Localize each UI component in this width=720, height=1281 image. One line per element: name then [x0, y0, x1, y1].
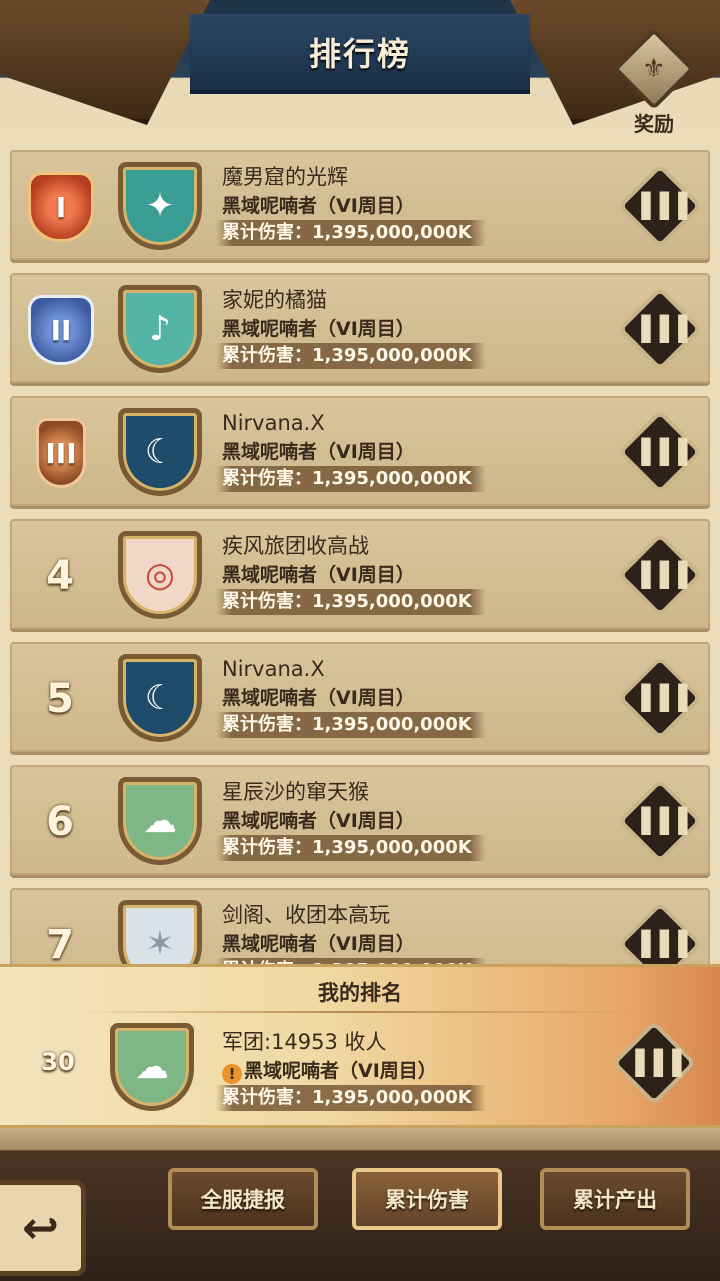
rank-number: 4 — [46, 553, 74, 599]
rank-number: 6 — [46, 799, 74, 845]
back-button[interactable]: ↩ — [0, 1180, 86, 1276]
harp-emblem-icon: ♪ — [118, 285, 202, 373]
cat-emblem-icon: ☾ — [118, 408, 202, 496]
tab-server-news[interactable]: 全服捷报 — [168, 1168, 318, 1230]
footer-bar: ↩ 全服捷报 累计伤害 累计产出 — [0, 1128, 720, 1281]
my-rank-panel: 我的排名 30 ☁ 军团:14953 收人 ! 黑域呢喃者（VI周目） 累计伤害：… — [0, 964, 720, 1128]
team-name: Nirvana.X — [222, 411, 325, 435]
boss-name: 黑域呢喃者（VI周目） — [222, 318, 415, 340]
tab-total-damage[interactable]: 累计伤害 — [352, 1168, 502, 1230]
row-info: 剑阁、收团本高玩 黑域呢喃者（VI周目） 累计伤害：1,395,000,000K — [216, 900, 622, 970]
damage-total: 累计伤害：1,395,000,000K — [216, 589, 486, 615]
witch-emblem-icon: ✦ — [118, 162, 202, 250]
warning-icon: ! — [222, 1064, 242, 1084]
boss-name: 黑域呢喃者（VI周目） — [222, 933, 415, 955]
my-rank-title: 我的排名 — [318, 981, 402, 1005]
team-name: 星辰沙的窜天猴 — [222, 780, 369, 804]
header-wood-left — [0, 0, 210, 125]
row-info: Nirvana.X 黑域呢喃者（VI周目） 累计伤害：1,395,000,000… — [216, 654, 622, 738]
bar-chart-icon: ▐▐▐ — [632, 930, 688, 958]
bar-chart-icon: ▐▐▐ — [632, 315, 688, 343]
cat-emblem-icon: ☾ — [118, 654, 202, 742]
my-rank-number: 30 — [41, 1048, 75, 1076]
stats-button[interactable]: ▐▐▐ — [617, 778, 703, 864]
row-info: 星辰沙的窜天猴 黑域呢喃者（VI周目） 累计伤害：1,395,000,000K — [216, 777, 622, 861]
stats-button[interactable]: ▐▐▐ — [617, 532, 703, 618]
bar-chart-icon: ▐▐▐ — [632, 561, 688, 589]
ranking-row-6[interactable]: 6 ☁ 星辰沙的窜天猴 黑域呢喃者（VI周目） 累计伤害：1,395,000,0… — [10, 765, 710, 875]
silver-medal-icon: II — [28, 295, 94, 365]
damage-total: 累计伤害：1,395,000,000K — [216, 835, 486, 861]
stats-button[interactable]: ▐▐▐ — [617, 901, 703, 970]
ranking-row-4[interactable]: 4 ◎ 疾风旅团收高战 黑域呢喃者（VI周目） 累计伤害：1,395,000,0… — [10, 519, 710, 629]
stats-button[interactable]: ▐▐▐ — [617, 163, 703, 249]
bar-chart-icon: ▐▐▐ — [632, 684, 688, 712]
damage-total: 累计伤害：1,395,000,000K — [216, 220, 486, 246]
bar-chart-icon: ▐▐▐ — [632, 807, 688, 835]
ranking-row-2[interactable]: II ♪ 家妮的橘猫 黑域呢喃者（VI周目） 累计伤害：1,395,000,00… — [10, 273, 710, 383]
header: 排行榜 ⚜ 奖励 — [0, 0, 720, 140]
my-stats-button[interactable]: ▐▐▐ — [611, 1020, 697, 1106]
my-boss-name: ! 黑域呢喃者（VI周目） — [222, 1057, 622, 1085]
reward-button[interactable]: ⚜ 奖励 — [612, 27, 696, 144]
team-name: Nirvana.X — [222, 657, 325, 681]
rank-number: 7 — [46, 922, 74, 968]
team-name: 剑阁、收团本高玩 — [222, 903, 390, 927]
boss-name: 黑域呢喃者（VI周目） — [222, 687, 415, 709]
page-title: 排行榜 — [308, 35, 411, 73]
ranking-row-1[interactable]: I ✦ 魔男窟的光辉 黑域呢喃者（VI周目） 累计伤害：1,395,000,00… — [10, 150, 710, 260]
boss-name: 黑域呢喃者（VI周目） — [222, 195, 415, 217]
my-team-name: 军团:14953 收人 — [222, 1030, 387, 1054]
ranking-row-3[interactable]: III ☾ Nirvana.X 黑域呢喃者（VI周目） 累计伤害：1,395,0… — [10, 396, 710, 506]
row-info: 疾风旅团收高战 黑域呢喃者（VI周目） 累计伤害：1,395,000,000K — [216, 531, 622, 615]
bar-chart-icon: ▐▐▐ — [626, 1049, 682, 1077]
boss-name: 黑域呢喃者（VI周目） — [222, 441, 415, 463]
damage-total: 累计伤害：1,395,000,000K — [216, 343, 486, 369]
bar-chart-icon: ▐▐▐ — [632, 438, 688, 466]
ranking-row-5[interactable]: 5 ☾ Nirvana.X 黑域呢喃者（VI周目） 累计伤害：1,395,000… — [10, 642, 710, 752]
divider — [80, 1011, 640, 1013]
my-rank-info: 军团:14953 收人 ! 黑域呢喃者（VI周目） 累计伤害：1,395,000,… — [216, 1027, 622, 1111]
tab-total-output[interactable]: 累计产出 — [540, 1168, 690, 1230]
team-name: 魔男窟的光辉 — [222, 165, 348, 189]
stats-button[interactable]: ▐▐▐ — [617, 286, 703, 372]
chest-icon: ⚜ — [612, 27, 696, 111]
ranking-list[interactable]: I ✦ 魔男窟的光辉 黑域呢喃者（VI周目） 累计伤害：1,395,000,00… — [0, 140, 720, 970]
team-name: 家妮的橘猫 — [222, 288, 327, 312]
rank-number: 5 — [46, 676, 74, 722]
boss-name: 黑域呢喃者（VI周目） — [222, 564, 415, 586]
back-arrow-icon: ↩ — [22, 1202, 59, 1254]
sheep-emblem-icon: ☁ — [118, 777, 202, 865]
damage-total: 累计伤害：1,395,000,000K — [216, 466, 486, 492]
bronze-medal-icon: III — [36, 418, 86, 488]
team-name: 疾风旅团收高战 — [222, 534, 369, 558]
sheep-emblem-icon: ☁ — [110, 1023, 194, 1111]
damage-total: 累计伤害：1,395,000,000K — [216, 712, 486, 738]
my-damage-total: 累计伤害：1,395,000,000K — [216, 1085, 486, 1111]
my-boss-label: 黑域呢喃者（VI周目） — [244, 1060, 437, 1082]
stats-button[interactable]: ▐▐▐ — [617, 655, 703, 741]
reward-label: 奖励 — [634, 112, 674, 136]
boss-name: 黑域呢喃者（VI周目） — [222, 810, 415, 832]
bar-chart-icon: ▐▐▐ — [632, 192, 688, 220]
dragon-emblem-icon: ✶ — [118, 900, 202, 970]
row-info: 家妮的橘猫 黑域呢喃者（VI周目） 累计伤害：1,395,000,000K — [216, 285, 622, 369]
row-info: 魔男窟的光辉 黑域呢喃者（VI周目） 累计伤害：1,395,000,000K — [216, 162, 622, 246]
target-emblem-icon: ◎ — [118, 531, 202, 619]
title-plate: 排行榜 — [190, 14, 530, 94]
stats-button[interactable]: ▐▐▐ — [617, 409, 703, 495]
row-info: Nirvana.X 黑域呢喃者（VI周目） 累计伤害：1,395,000,000… — [216, 408, 622, 492]
gold-medal-icon: I — [28, 172, 94, 242]
ranking-row-7[interactable]: 7 ✶ 剑阁、收团本高玩 黑域呢喃者（VI周目） 累计伤害：1,395,000,… — [10, 888, 710, 970]
